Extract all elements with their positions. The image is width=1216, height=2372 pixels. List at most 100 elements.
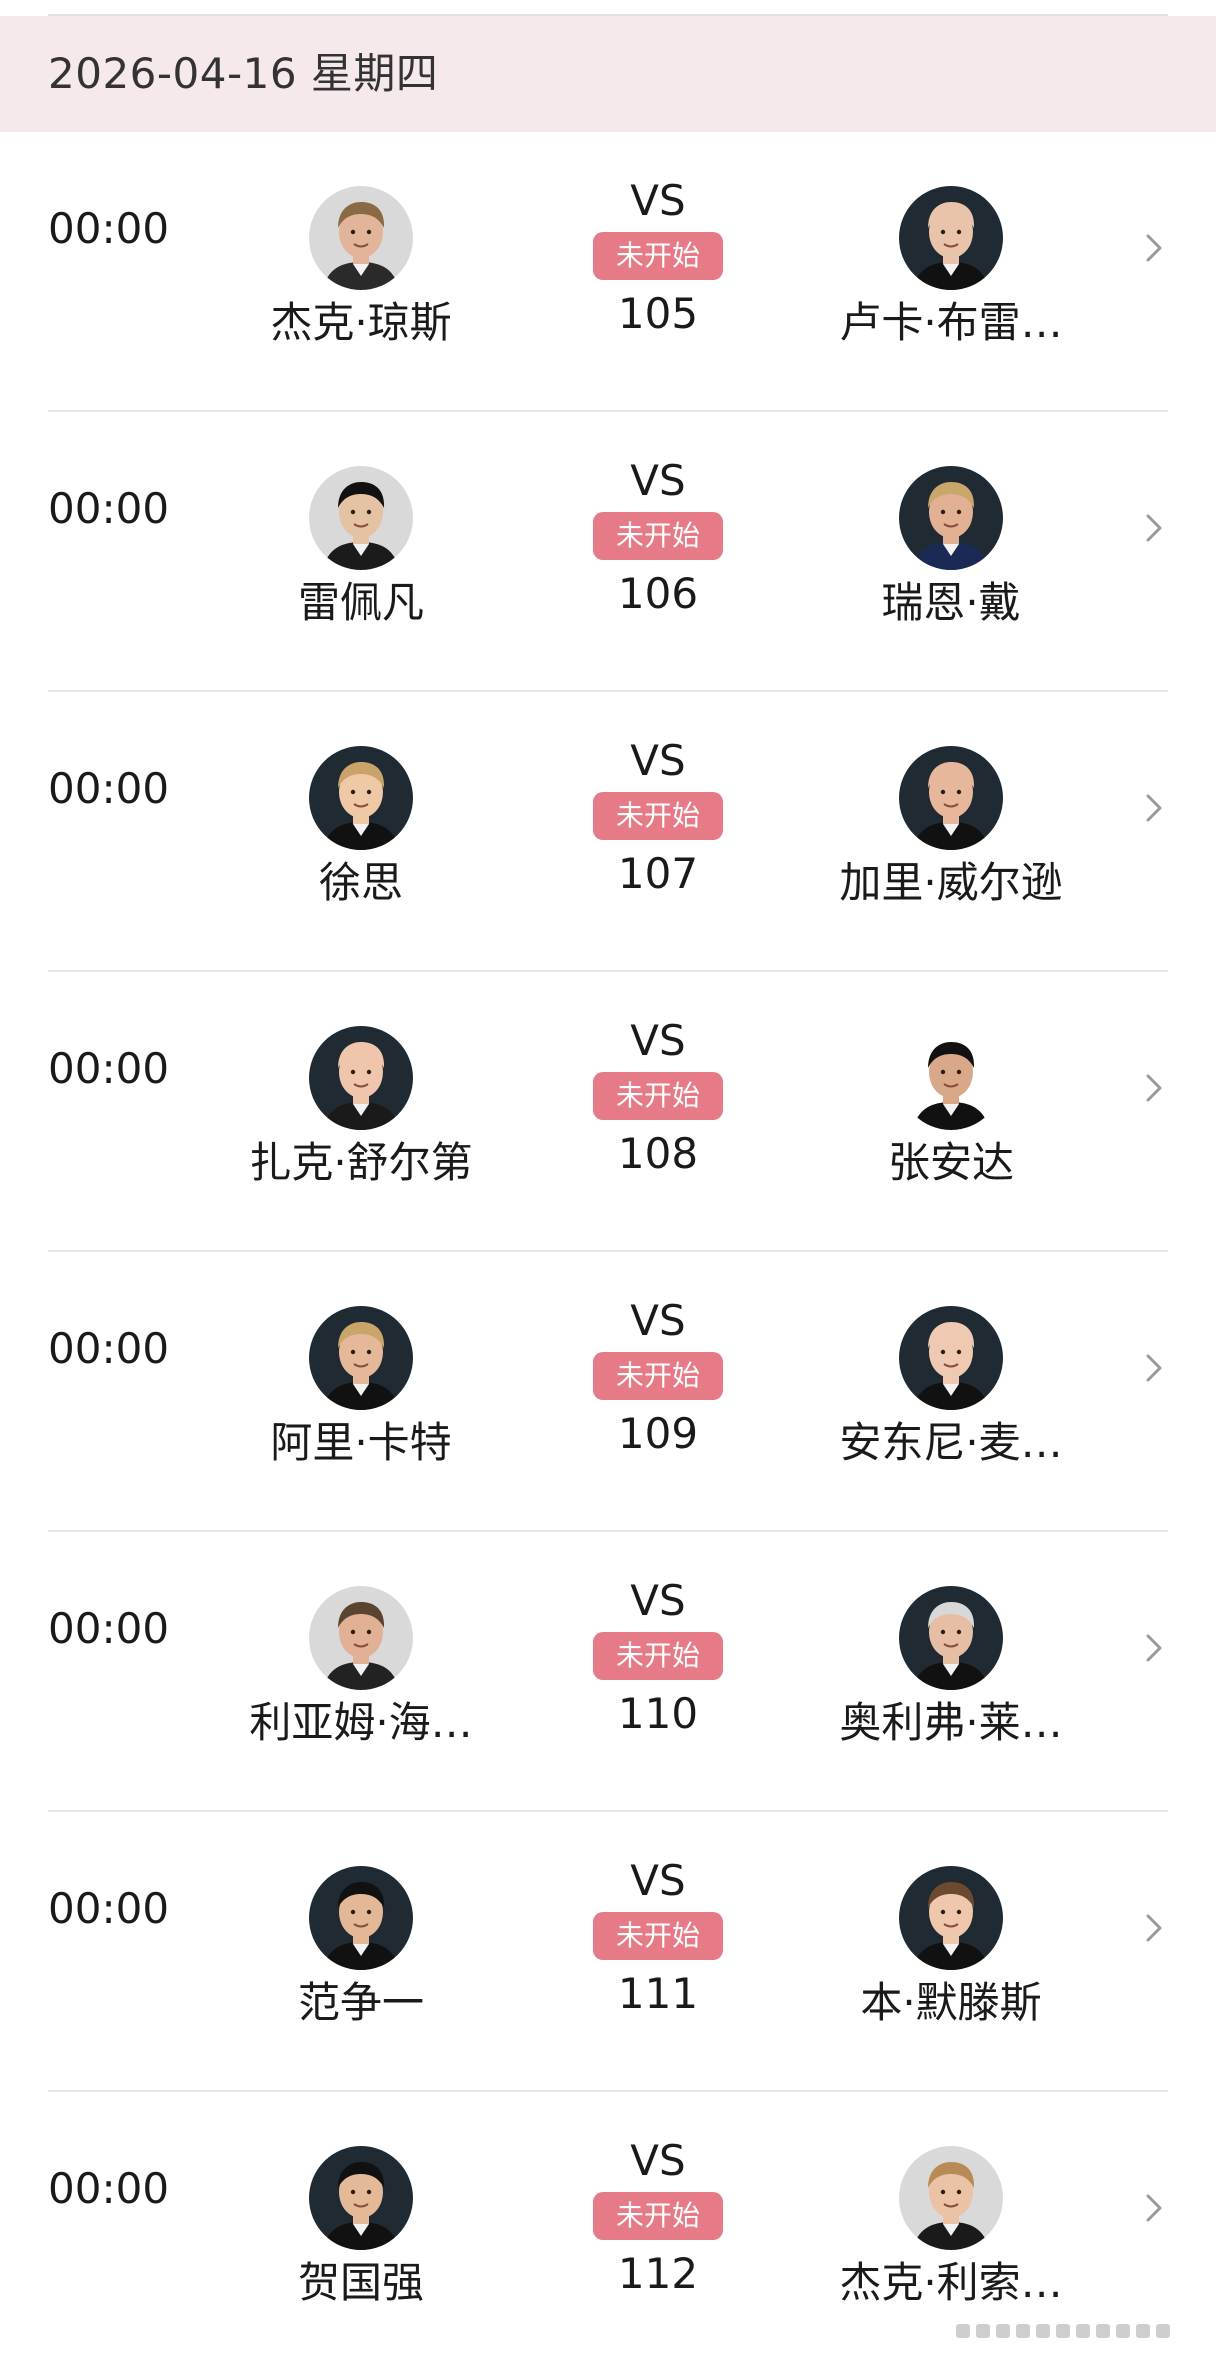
status-badge: 未开始 (593, 1912, 723, 1960)
away-player-name: 安东尼·麦… (839, 1418, 1063, 1467)
home-player: 利亚姆·海… (211, 1586, 511, 1750)
away-player-avatar (899, 1026, 1003, 1130)
chevron-right-icon[interactable] (1140, 788, 1168, 828)
match-row[interactable]: 00:00 杰克·琼斯 VS 未开始 105 卢卡·布雷… (0, 132, 1216, 412)
status-badge: 未开始 (593, 792, 723, 840)
match-time: 00:00 (48, 1884, 170, 1933)
home-player-avatar (309, 186, 413, 290)
chevron-right-icon[interactable] (1140, 1348, 1168, 1388)
status-badge: 未开始 (593, 232, 723, 280)
home-player-name: 徐思 (318, 858, 403, 907)
match-center: VS 未开始 112 (560, 2136, 756, 2300)
home-player-avatar (309, 466, 413, 570)
away-player-name: 本·默滕斯 (860, 1978, 1042, 2027)
match-center: VS 未开始 111 (560, 1856, 756, 2020)
match-number: 107 (617, 849, 699, 898)
chevron-right-icon[interactable] (1140, 1628, 1168, 1668)
home-player-avatar (309, 1306, 413, 1410)
away-player-name: 奥利弗·莱… (839, 1698, 1063, 1747)
away-player: 加里·威尔逊 (801, 746, 1101, 910)
status-badge: 未开始 (593, 1352, 723, 1400)
match-number: 106 (617, 569, 699, 618)
home-player-name: 利亚姆·海… (249, 1698, 473, 1747)
vs-label: VS (630, 2136, 686, 2185)
away-player: 本·默滕斯 (801, 1866, 1101, 2030)
home-player-name: 贺国强 (297, 2258, 424, 2307)
status-badge: 未开始 (593, 512, 723, 560)
match-list: 00:00 杰克·琼斯 VS 未开始 105 卢卡·布雷… 00:00 雷佩凡 … (0, 132, 1216, 2372)
match-row[interactable]: 00:00 扎克·舒尔第 VS 未开始 108 张安达 (0, 972, 1216, 1252)
match-time: 00:00 (48, 2164, 170, 2213)
match-time: 00:00 (48, 204, 170, 253)
away-player: 卢卡·布雷… (801, 186, 1101, 350)
match-time: 00:00 (48, 1604, 170, 1653)
away-player-name: 杰克·利索… (839, 2258, 1063, 2307)
home-player-name: 雷佩凡 (297, 578, 424, 627)
away-player: 张安达 (801, 1026, 1101, 1190)
vs-label: VS (630, 1296, 686, 1345)
match-number: 109 (617, 1409, 699, 1458)
match-center: VS 未开始 108 (560, 1016, 756, 1180)
away-player-avatar (899, 746, 1003, 850)
home-player: 杰克·琼斯 (211, 186, 511, 350)
match-row[interactable]: 00:00 徐思 VS 未开始 107 加里·威尔逊 (0, 692, 1216, 972)
home-player: 范争一 (211, 1866, 511, 2030)
match-center: VS 未开始 107 (560, 736, 756, 900)
match-row[interactable]: 00:00 阿里·卡特 VS 未开始 109 安东尼·麦… (0, 1252, 1216, 1532)
match-row[interactable]: 00:00 利亚姆·海… VS 未开始 110 奥利弗·莱… (0, 1532, 1216, 1812)
date-label: 2026-04-16 星期四 (48, 49, 439, 98)
home-player-name: 扎克·舒尔第 (249, 1138, 473, 1187)
date-header: 2026-04-16 星期四 (0, 16, 1216, 132)
away-player-avatar (899, 186, 1003, 290)
home-player-avatar (309, 1866, 413, 1970)
match-number: 111 (617, 1969, 699, 2018)
home-player: 阿里·卡特 (211, 1306, 511, 1470)
away-player-name: 加里·威尔逊 (839, 858, 1063, 907)
match-time: 00:00 (48, 1044, 170, 1093)
away-player-name: 卢卡·布雷… (839, 298, 1063, 347)
away-player-avatar (899, 2146, 1003, 2250)
status-badge: 未开始 (593, 2192, 723, 2240)
chevron-right-icon[interactable] (1140, 1908, 1168, 1948)
home-player-name: 范争一 (297, 1978, 424, 2027)
chevron-right-icon[interactable] (1140, 1068, 1168, 1108)
watermark-logo-icon (956, 2324, 1170, 2338)
home-player: 徐思 (211, 746, 511, 910)
away-player-avatar (899, 1866, 1003, 1970)
away-player-avatar (899, 1306, 1003, 1410)
match-row[interactable]: 00:00 范争一 VS 未开始 111 本·默滕斯 (0, 1812, 1216, 2092)
home-player-avatar (309, 1026, 413, 1130)
chevron-right-icon[interactable] (1140, 508, 1168, 548)
away-player: 瑞恩·戴 (801, 466, 1101, 630)
home-player-name: 杰克·琼斯 (270, 298, 452, 347)
chevron-right-icon[interactable] (1140, 2188, 1168, 2228)
chevron-right-icon[interactable] (1140, 228, 1168, 268)
match-center: VS 未开始 110 (560, 1576, 756, 1740)
match-center: VS 未开始 105 (560, 176, 756, 340)
watermark (956, 2318, 1186, 2358)
vs-label: VS (630, 736, 686, 785)
away-player-name: 张安达 (887, 1138, 1014, 1187)
match-time: 00:00 (48, 764, 170, 813)
home-player: 贺国强 (211, 2146, 511, 2310)
home-player: 扎克·舒尔第 (211, 1026, 511, 1190)
vs-label: VS (630, 1856, 686, 1905)
match-time: 00:00 (48, 484, 170, 533)
home-player-avatar (309, 746, 413, 850)
match-row[interactable]: 00:00 雷佩凡 VS 未开始 106 瑞恩·戴 (0, 412, 1216, 692)
away-player: 杰克·利索… (801, 2146, 1101, 2310)
match-center: VS 未开始 109 (560, 1296, 756, 1460)
match-number: 112 (617, 2249, 699, 2298)
match-number: 105 (617, 289, 699, 338)
home-player-avatar (309, 2146, 413, 2250)
status-badge: 未开始 (593, 1072, 723, 1120)
away-player-avatar (899, 1586, 1003, 1690)
home-player-name: 阿里·卡特 (270, 1418, 452, 1467)
away-player-name: 瑞恩·戴 (881, 578, 1021, 627)
vs-label: VS (630, 1576, 686, 1625)
home-player: 雷佩凡 (211, 466, 511, 630)
away-player-avatar (899, 466, 1003, 570)
away-player: 奥利弗·莱… (801, 1586, 1101, 1750)
match-number: 108 (617, 1129, 699, 1178)
match-number: 110 (617, 1689, 699, 1738)
